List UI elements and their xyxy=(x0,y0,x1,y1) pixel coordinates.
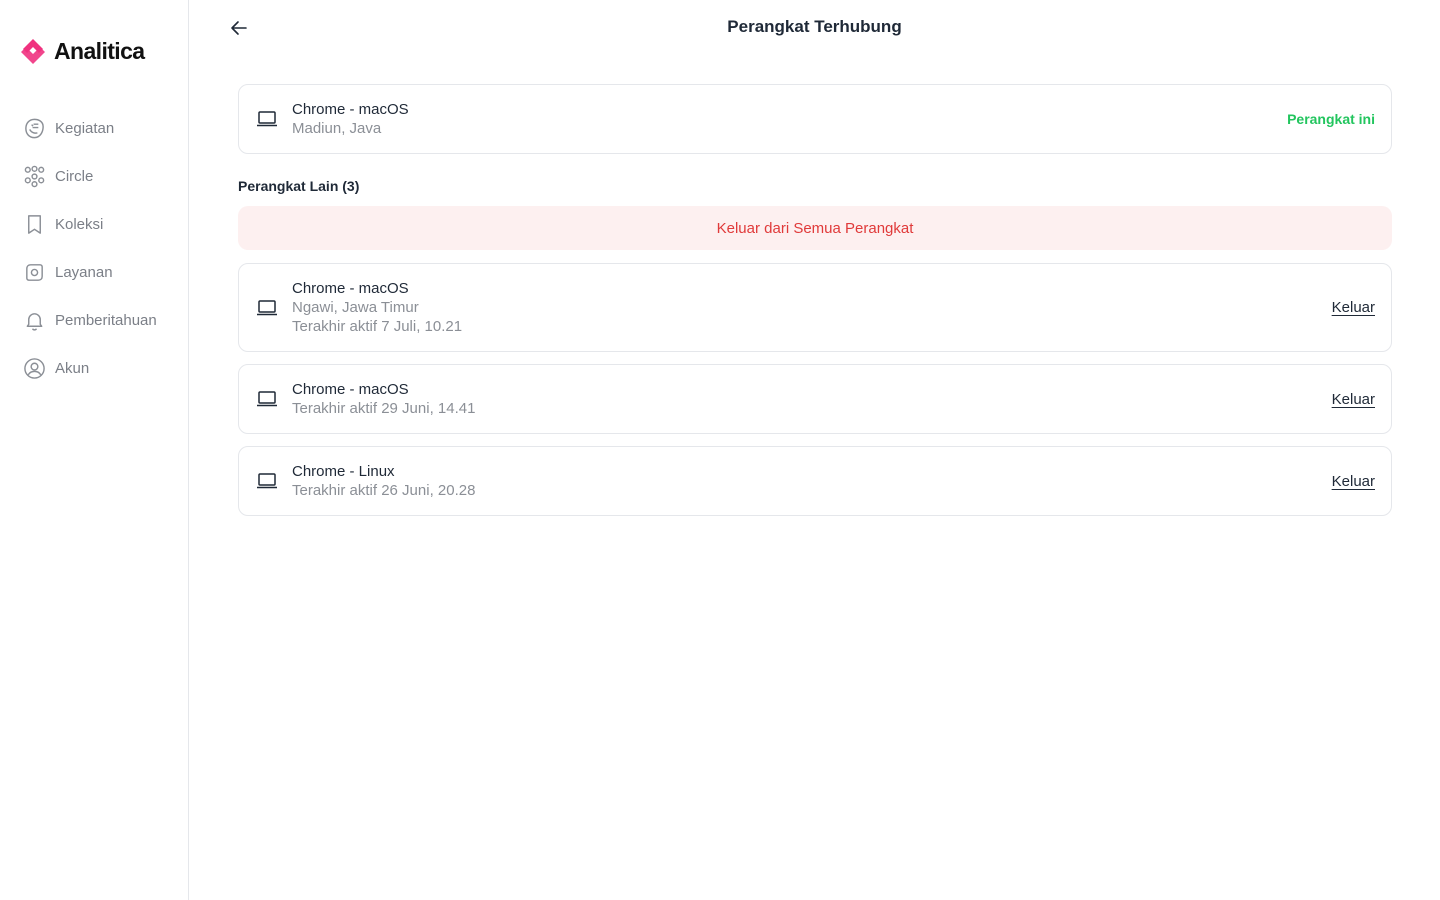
laptop-icon xyxy=(257,299,277,315)
logout-device-button[interactable]: Keluar xyxy=(1332,391,1375,408)
sidebar-item-kegiatan[interactable]: Kegiatan xyxy=(22,114,182,142)
logout-device-button[interactable]: Keluar xyxy=(1332,299,1375,316)
sidebar-item-pemberitahuan[interactable]: Pemberitahuan xyxy=(22,306,182,334)
device-name: Chrome - macOS xyxy=(292,381,409,398)
bookmark-icon xyxy=(22,212,46,236)
device-info: Chrome - macOS Ngawi, Jawa Timur Terakhi… xyxy=(292,279,1332,336)
laptop-icon xyxy=(257,111,277,127)
sidebar-item-akun[interactable]: Akun xyxy=(22,354,182,382)
devices-content: Chrome - macOS Madiun, Java Perangkat in… xyxy=(238,84,1392,528)
user-circle-icon xyxy=(22,356,46,380)
device-card: Chrome - Linux Terakhir aktif 26 Juni, 2… xyxy=(238,446,1392,516)
device-location: Madiun, Java xyxy=(292,120,382,137)
sidebar-item-label: Kegiatan xyxy=(55,119,115,137)
sidebar-item-label: Circle xyxy=(55,167,94,185)
circle-group-icon xyxy=(22,164,46,188)
device-card: Chrome - macOS Terakhir aktif 29 Juni, 1… xyxy=(238,364,1392,434)
section-title-other-devices: Perangkat Lain (3) xyxy=(238,178,360,194)
device-info: Chrome - macOS Madiun, Java xyxy=(292,100,1287,138)
brand[interactable]: Analitica xyxy=(18,36,145,66)
device-info: Chrome - macOS Terakhir aktif 29 Juni, 1… xyxy=(292,380,1332,418)
sidebar: Analitica Kegiatan Circle Koleksi Layana… xyxy=(0,0,189,900)
device-name: Chrome - macOS xyxy=(292,101,409,118)
sidebar-item-circle[interactable]: Circle xyxy=(22,162,182,190)
sidebar-item-label: Koleksi xyxy=(55,215,104,233)
laptop-icon xyxy=(257,391,277,407)
analitica-logo-icon xyxy=(21,39,45,64)
current-device-card: Chrome - macOS Madiun, Java Perangkat in… xyxy=(238,84,1392,154)
logout-all-button[interactable]: Keluar dari Semua Perangkat xyxy=(238,206,1392,250)
device-last-active: Terakhir aktif 26 Juni, 20.28 xyxy=(292,482,476,499)
device-location: Ngawi, Jawa Timur xyxy=(292,299,419,316)
device-card: Chrome - macOS Ngawi, Jawa Timur Terakhi… xyxy=(238,263,1392,352)
sidebar-nav: Kegiatan Circle Koleksi Layanan Pemberit… xyxy=(22,114,182,402)
brand-name: Analitica xyxy=(54,37,145,64)
sidebar-item-label: Layanan xyxy=(55,263,113,281)
sidebar-item-layanan[interactable]: Layanan xyxy=(22,258,182,286)
device-info: Chrome - Linux Terakhir aktif 26 Juni, 2… xyxy=(292,462,1332,500)
sidebar-item-label: Pemberitahuan xyxy=(55,311,157,329)
this-device-badge: Perangkat ini xyxy=(1287,111,1375,127)
device-last-active: Terakhir aktif 7 Juli, 10.21 xyxy=(292,318,463,335)
compass-icon xyxy=(22,260,46,284)
page-title: Perangkat Terhubung xyxy=(727,17,902,36)
app-root: Analitica Kegiatan Circle Koleksi Layana… xyxy=(0,0,1440,900)
device-name: Chrome - macOS xyxy=(292,280,409,297)
main-content: Perangkat Terhubung Chrome - macOS Madiu… xyxy=(189,0,1440,900)
bell-icon xyxy=(22,308,46,332)
logout-device-button[interactable]: Keluar xyxy=(1332,473,1375,490)
sidebar-item-label: Akun xyxy=(55,359,90,377)
laptop-icon xyxy=(257,473,277,489)
sidebar-item-koleksi[interactable]: Koleksi xyxy=(22,210,182,238)
device-last-active: Terakhir aktif 29 Juni, 14.41 xyxy=(292,400,476,417)
device-name: Chrome - Linux xyxy=(292,463,395,480)
activity-icon xyxy=(22,116,46,140)
